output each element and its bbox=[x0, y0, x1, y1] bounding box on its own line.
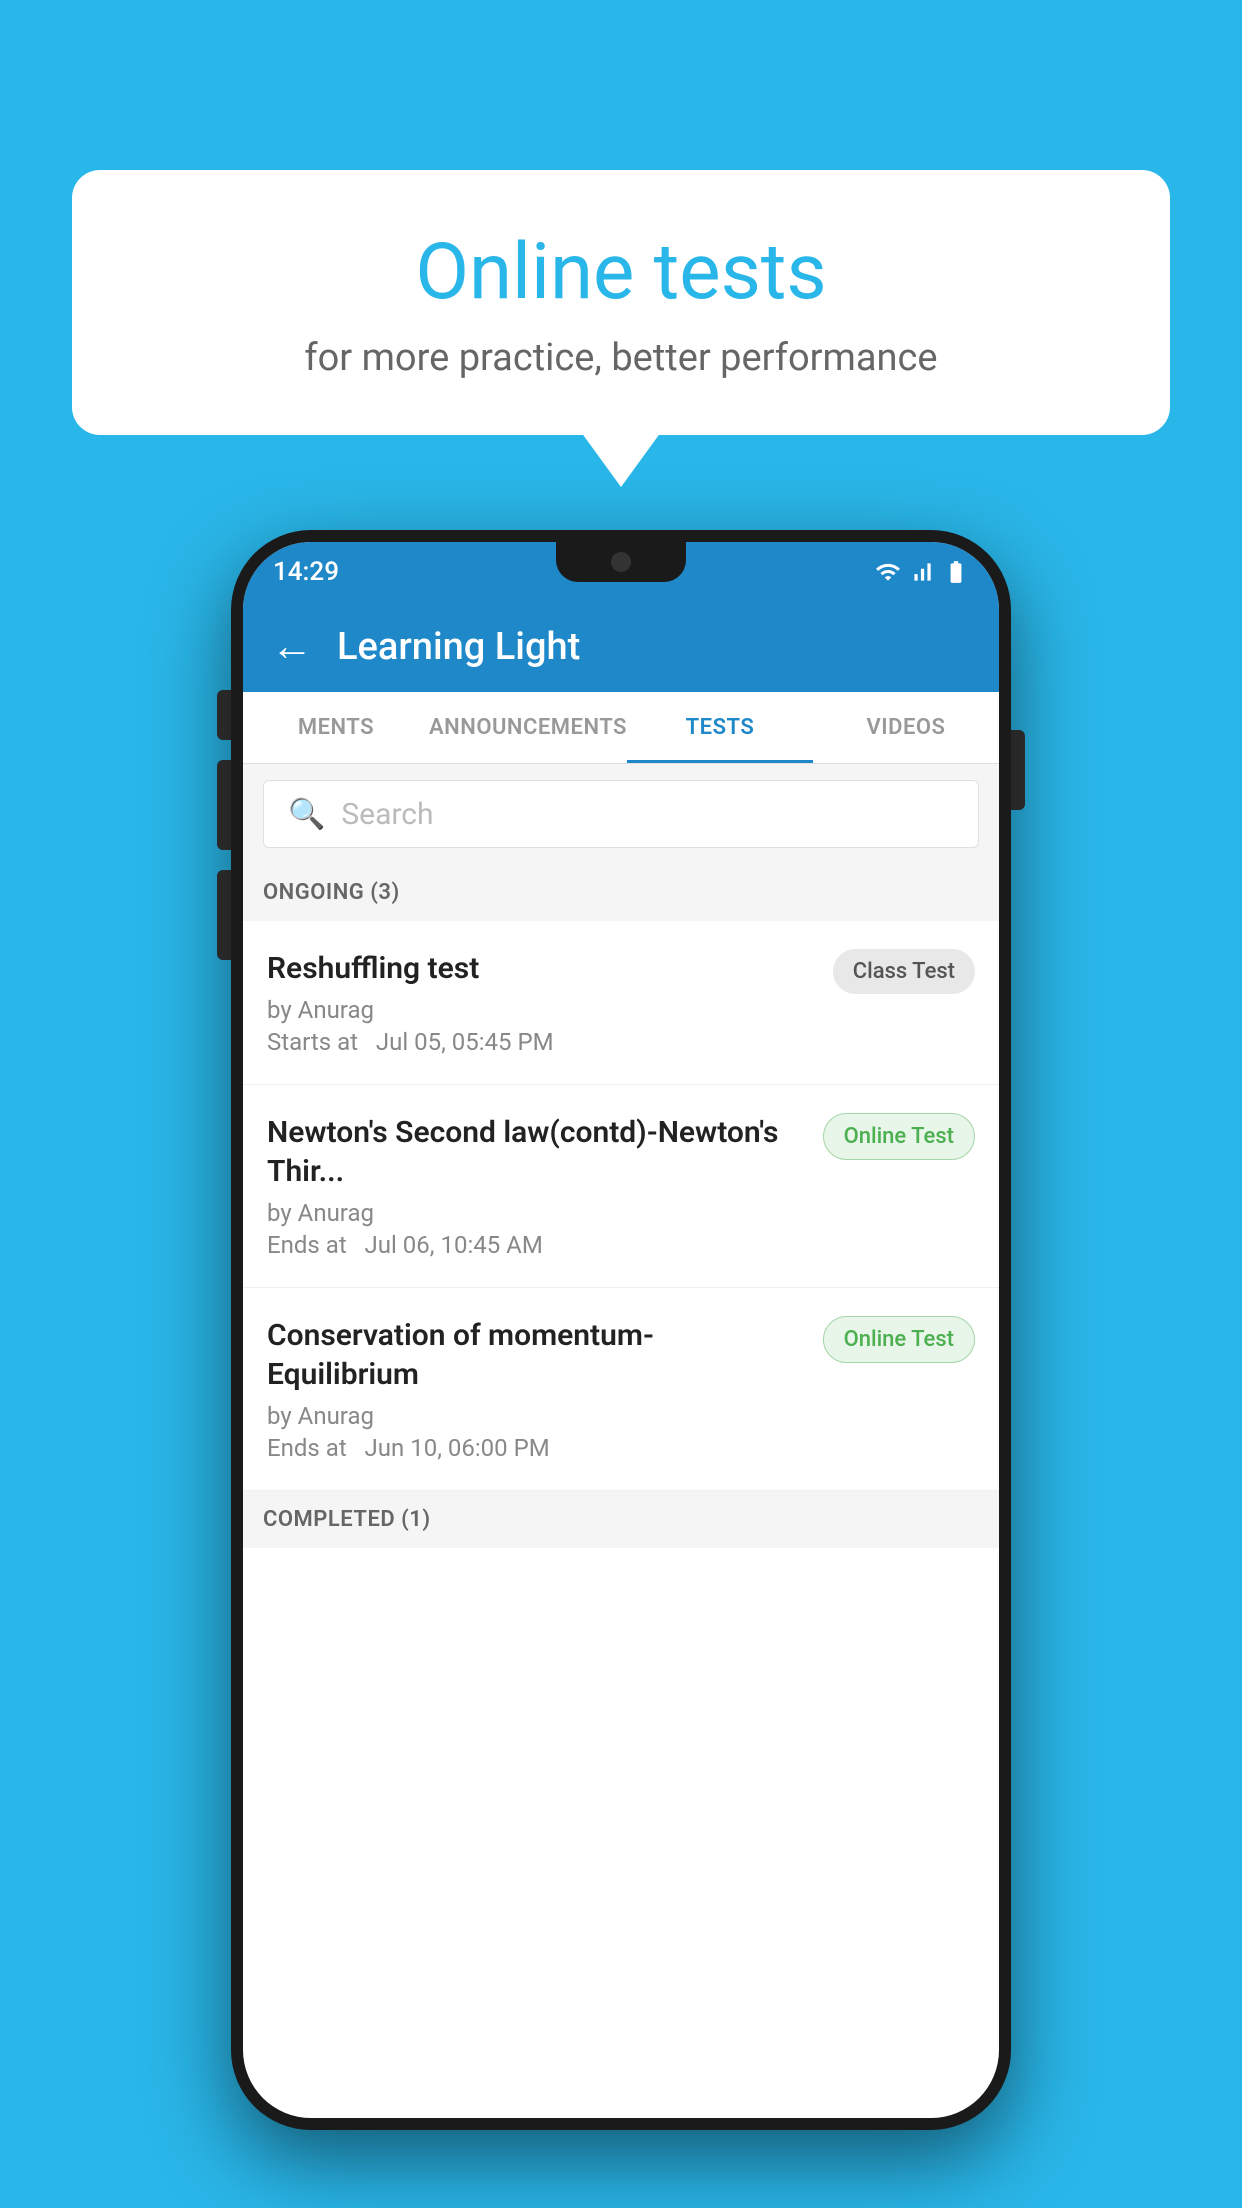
app-bar-title: Learning Light bbox=[337, 625, 580, 669]
test-author-1: by Anurag bbox=[267, 996, 813, 1024]
test-item-1[interactable]: Reshuffling test by Anurag Starts at Jul… bbox=[243, 921, 999, 1085]
speech-bubble-title: Online tests bbox=[132, 230, 1110, 316]
wifi-icon bbox=[875, 559, 901, 585]
completed-section-header: COMPLETED (1) bbox=[243, 1491, 999, 1548]
tab-announcements[interactable]: ANNOUNCEMENTS bbox=[429, 692, 627, 763]
test-time-3: Ends at Jun 10, 06:00 PM bbox=[267, 1434, 803, 1462]
test-author-3: by Anurag bbox=[267, 1402, 803, 1430]
status-time: 14:29 bbox=[273, 557, 339, 587]
test-info-1: Reshuffling test by Anurag Starts at Jul… bbox=[267, 949, 833, 1056]
speech-bubble-subtitle: for more practice, better performance bbox=[132, 336, 1110, 380]
test-time-2: Ends at Jul 06, 10:45 AM bbox=[267, 1231, 803, 1259]
search-input[interactable]: 🔍 Search bbox=[263, 780, 979, 848]
test-info-2: Newton's Second law(contd)-Newton's Thir… bbox=[267, 1113, 823, 1259]
notch bbox=[556, 542, 686, 582]
test-info-3: Conservation of momentum-Equilibrium by … bbox=[267, 1316, 823, 1462]
phone-device: 14:29 ← Learning Light MENTS bbox=[231, 530, 1011, 2130]
volume-up-button bbox=[217, 760, 231, 850]
back-button[interactable]: ← bbox=[271, 626, 313, 668]
test-time-1: Starts at Jul 05, 05:45 PM bbox=[267, 1028, 813, 1056]
ongoing-section-header: ONGOING (3) bbox=[243, 864, 999, 921]
silent-button bbox=[217, 690, 231, 740]
search-bar-container: 🔍 Search bbox=[243, 764, 999, 864]
test-badge-3: Online Test bbox=[823, 1316, 975, 1363]
status-icons bbox=[875, 559, 969, 585]
test-name-3: Conservation of momentum-Equilibrium bbox=[267, 1316, 803, 1394]
test-name-1: Reshuffling test bbox=[267, 949, 813, 988]
tab-tests[interactable]: TESTS bbox=[627, 692, 813, 763]
speech-bubble: Online tests for more practice, better p… bbox=[72, 170, 1170, 435]
test-badge-2: Online Test bbox=[823, 1113, 975, 1160]
tab-ments[interactable]: MENTS bbox=[243, 692, 429, 763]
phone-screen: 14:29 ← Learning Light MENTS bbox=[243, 542, 999, 2118]
tab-videos[interactable]: VIDEOS bbox=[813, 692, 999, 763]
power-button bbox=[1011, 730, 1025, 810]
signal-icon bbox=[909, 559, 935, 585]
test-name-2: Newton's Second law(contd)-Newton's Thir… bbox=[267, 1113, 803, 1191]
test-badge-1: Class Test bbox=[833, 949, 975, 994]
test-author-2: by Anurag bbox=[267, 1199, 803, 1227]
test-item-2[interactable]: Newton's Second law(contd)-Newton's Thir… bbox=[243, 1085, 999, 1288]
test-item-3[interactable]: Conservation of momentum-Equilibrium by … bbox=[243, 1288, 999, 1491]
camera bbox=[611, 552, 631, 572]
phone-frame: 14:29 ← Learning Light MENTS bbox=[231, 530, 1011, 2130]
battery-icon bbox=[943, 559, 969, 585]
tab-bar: MENTS ANNOUNCEMENTS TESTS VIDEOS bbox=[243, 692, 999, 764]
volume-down-button bbox=[217, 870, 231, 960]
search-icon: 🔍 bbox=[288, 797, 325, 832]
app-bar: ← Learning Light bbox=[243, 602, 999, 692]
test-list: Reshuffling test by Anurag Starts at Jul… bbox=[243, 921, 999, 1491]
status-bar: 14:29 bbox=[243, 542, 999, 602]
search-placeholder: Search bbox=[341, 797, 433, 832]
